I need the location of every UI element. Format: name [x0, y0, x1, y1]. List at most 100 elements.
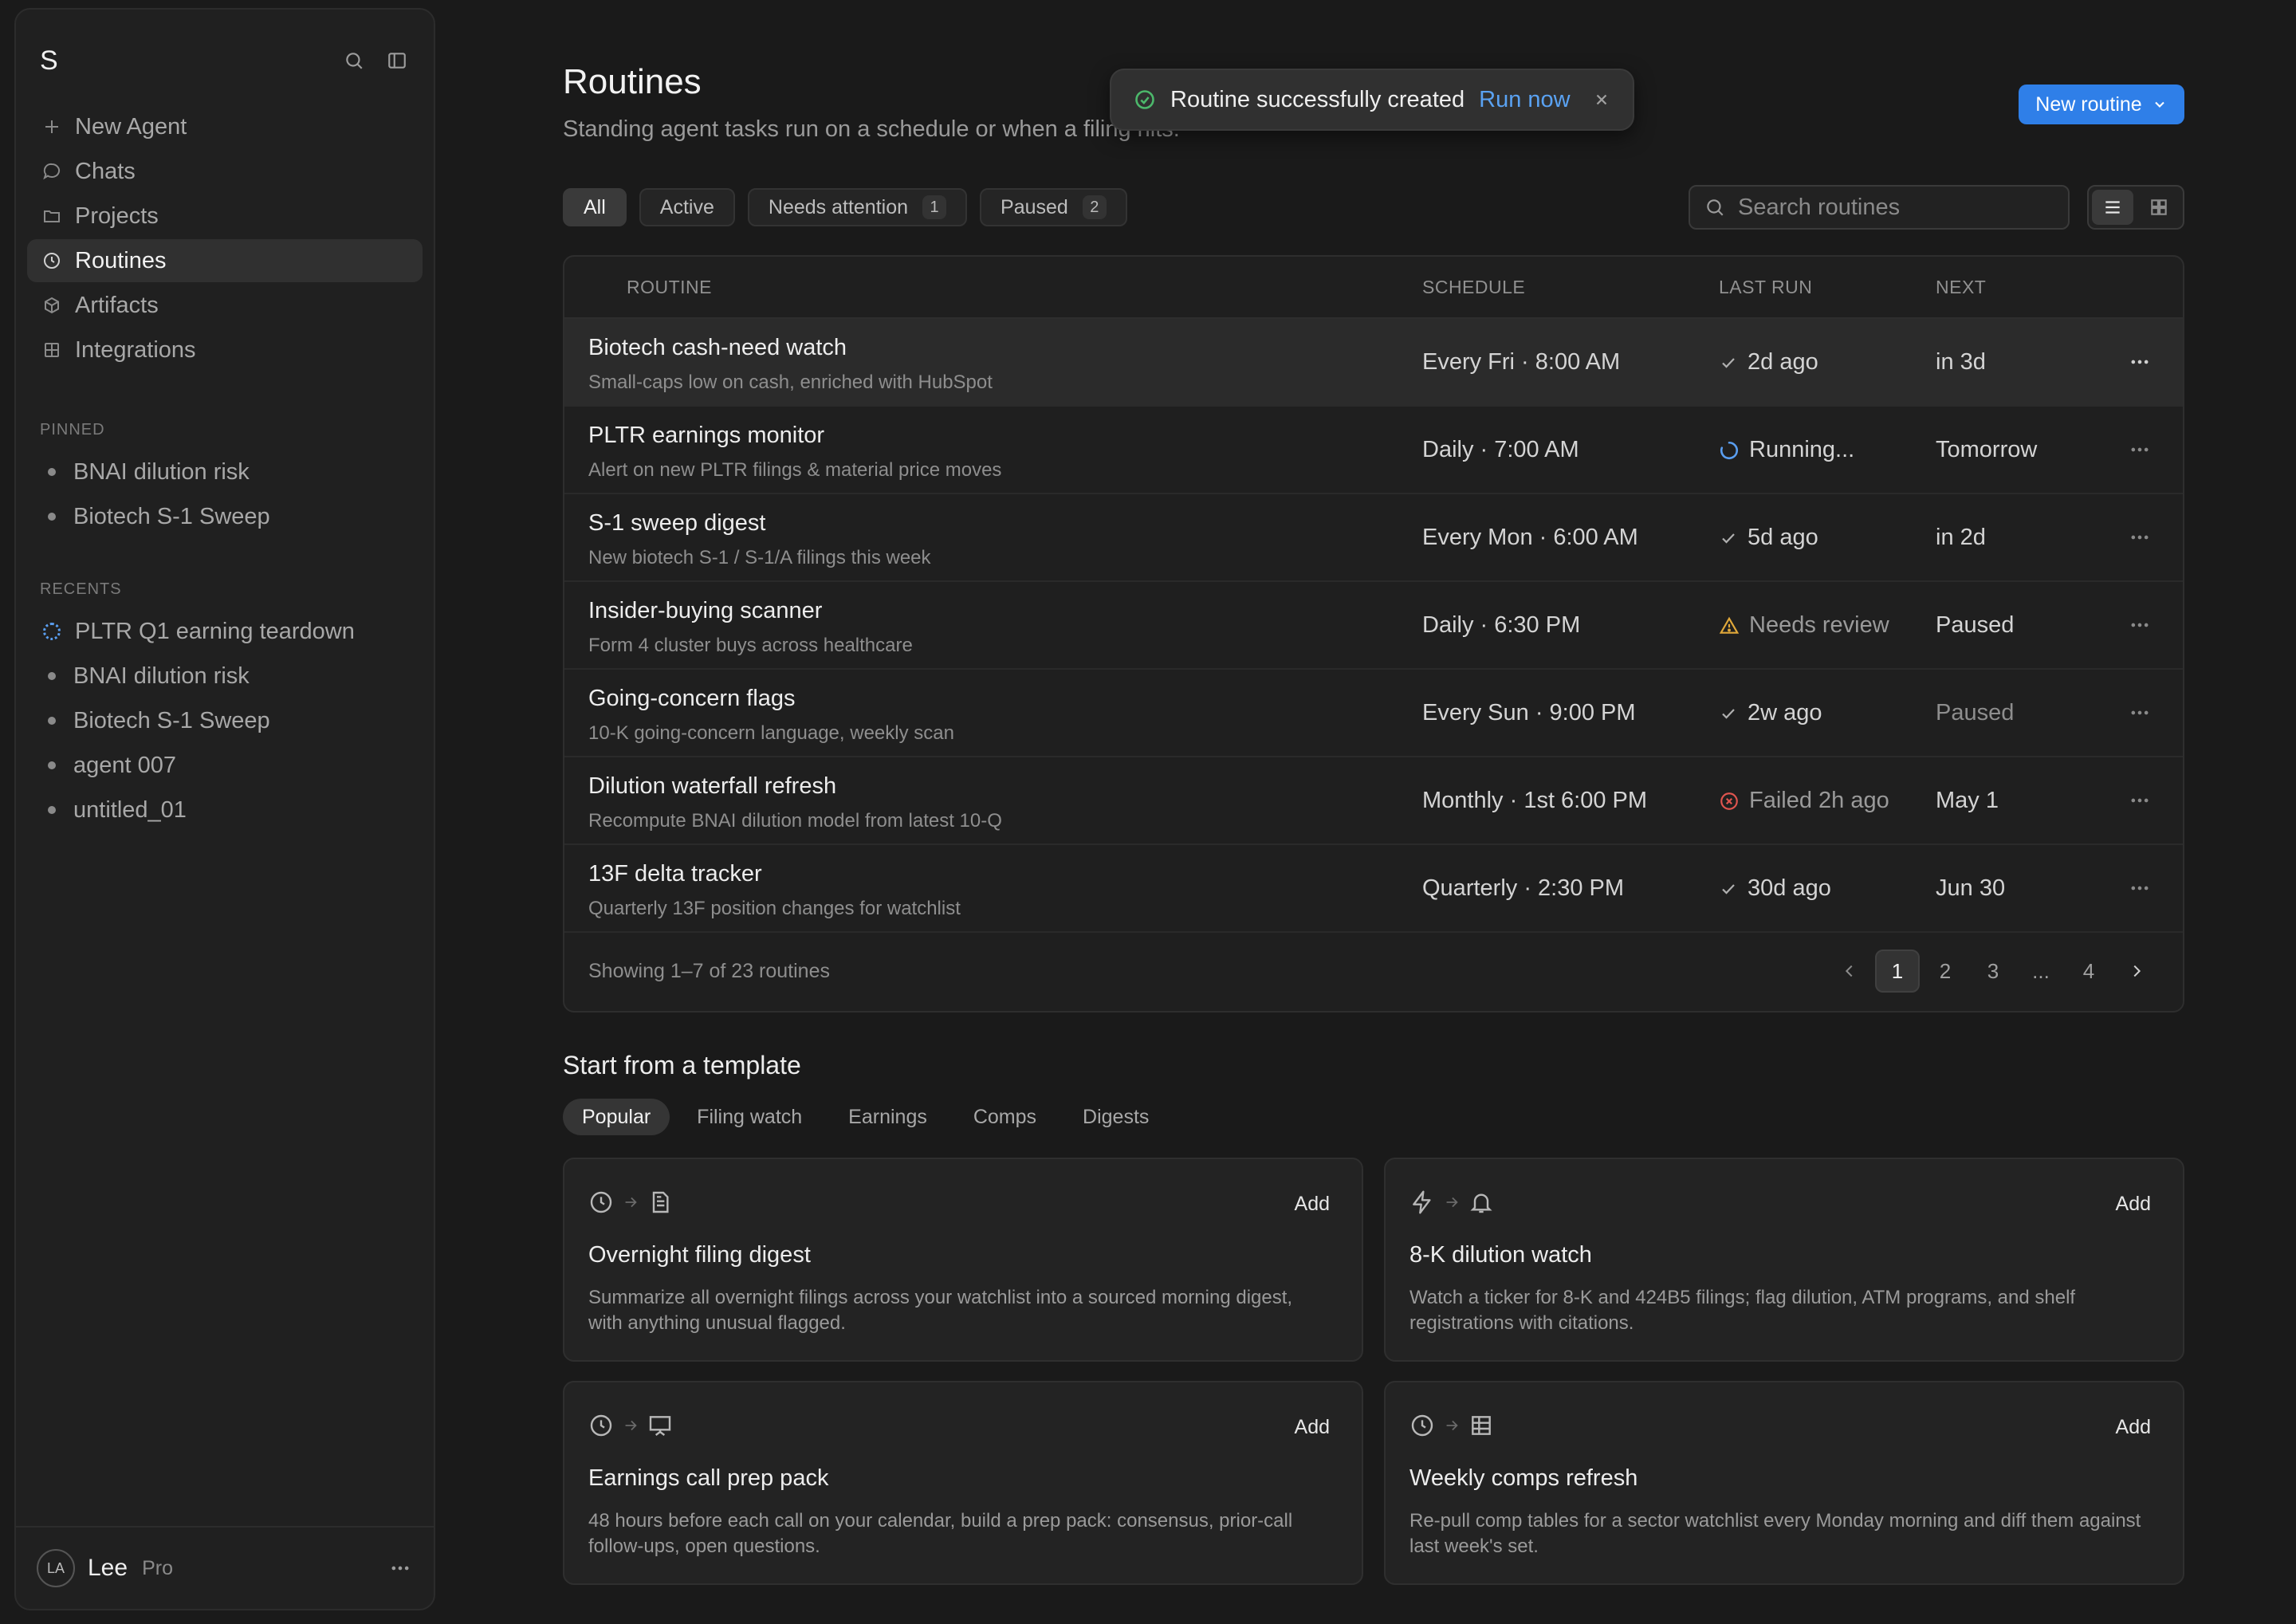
search-icon[interactable] — [341, 48, 367, 73]
list-icon — [2105, 201, 2120, 214]
page-button[interactable]: 2 — [1923, 950, 1968, 993]
table-row[interactable]: Going-concern flags 10-K going-concern l… — [564, 670, 2183, 757]
column-last-run[interactable]: LAST RUN — [1719, 277, 1812, 298]
sidebar-item-projects[interactable]: Projects — [27, 195, 423, 238]
search-icon — [1707, 199, 1724, 216]
page-button[interactable]: 4 — [2066, 950, 2111, 993]
template-card[interactable]: Add Overnight filing digest Summarize al… — [563, 1158, 1363, 1362]
cube-icon — [40, 293, 64, 317]
table-row[interactable]: Biotech cash-need watch Small-caps low o… — [564, 319, 2183, 407]
routine-description: New biotech S-1 / S-1/A filings this wee… — [588, 547, 931, 568]
bullet-icon — [48, 468, 56, 476]
filter-active[interactable]: Active — [639, 188, 735, 226]
table-row[interactable]: 13F delta tracker Quarterly 13F position… — [564, 845, 2183, 933]
sidebar-item-routines[interactable]: Routines — [27, 239, 423, 282]
template-title: Earnings call prep pack — [588, 1465, 829, 1491]
row-more-icon[interactable] — [2129, 702, 2151, 724]
grid-icon — [40, 338, 64, 362]
prev-page-button[interactable] — [1827, 950, 1872, 993]
row-more-icon[interactable] — [2129, 351, 2151, 373]
recent-item-label: Biotech S-1 Sweep — [73, 707, 270, 733]
search-box — [1689, 185, 2070, 230]
column-next[interactable]: NEXT — [1936, 277, 1986, 298]
pinned-item[interactable]: Biotech S-1 Sweep — [27, 494, 423, 539]
sidebar-nav: New Agent Chats Projects Routines Artifa… — [27, 105, 423, 373]
arrow-right-icon — [625, 1420, 637, 1431]
add-template-button[interactable]: Add — [1295, 1193, 1330, 1216]
routine-next: in 3d — [1936, 349, 1986, 375]
close-icon[interactable] — [1593, 91, 1610, 108]
row-more-icon[interactable] — [2129, 438, 2151, 461]
tab-popular[interactable]: Popular — [563, 1099, 670, 1135]
loading-icon — [43, 623, 61, 640]
routine-schedule: Every Fri · 8:00 AM — [1422, 349, 1621, 375]
sidebar-item-integrations[interactable]: Integrations — [27, 328, 423, 372]
pinned-item[interactable]: BNAI dilution risk — [27, 450, 423, 494]
add-template-button[interactable]: Add — [2116, 1416, 2151, 1439]
chevron-down-icon — [2154, 101, 2164, 108]
routine-schedule: Quarterly · 2:30 PM — [1422, 875, 1625, 901]
plus-icon — [40, 115, 64, 139]
column-schedule[interactable]: SCHEDULE — [1422, 277, 1525, 298]
showing-count: Showing 1–7 of 23 routines — [588, 959, 830, 982]
page-title: Routines — [563, 62, 702, 101]
page-button[interactable]: 3 — [1971, 950, 2015, 993]
sidebar-toggle-icon[interactable] — [384, 48, 410, 73]
list-view-button[interactable] — [2092, 190, 2133, 225]
recent-item-label: untitled_01 — [73, 796, 187, 823]
clock-icon — [590, 1191, 612, 1213]
tab-earnings[interactable]: Earnings — [829, 1099, 946, 1135]
filter-all[interactable]: All — [563, 188, 627, 226]
column-routine[interactable]: ROUTINE — [627, 277, 712, 298]
arrow-right-icon — [1446, 1197, 1458, 1208]
tab-filing-watch[interactable]: Filing watch — [678, 1099, 821, 1135]
template-card[interactable]: Add 8-K dilution watch Watch a ticker fo… — [1384, 1158, 2184, 1362]
app-logo: S — [40, 45, 58, 76]
row-more-icon[interactable] — [2129, 877, 2151, 899]
sidebar-item-new-agent[interactable]: New Agent — [27, 105, 423, 148]
tab-digests[interactable]: Digests — [1063, 1099, 1168, 1135]
routine-next: Paused — [1936, 612, 2015, 638]
routine-title: 13F delta tracker — [588, 861, 762, 887]
more-icon[interactable] — [387, 1555, 413, 1581]
recent-item[interactable]: PLTR Q1 earning teardown — [27, 609, 423, 654]
routine-last-run: 2w ago — [1719, 700, 1822, 726]
table-row[interactable]: PLTR earnings monitor Alert on new PLTR … — [564, 407, 2183, 494]
grid-view-button[interactable] — [2138, 190, 2180, 225]
search-input[interactable] — [1738, 194, 2054, 221]
run-now-link[interactable]: Run now — [1479, 87, 1570, 113]
count-badge: 1 — [922, 195, 947, 219]
table-row[interactable]: Insider-buying scanner Form 4 cluster bu… — [564, 582, 2183, 670]
filter-paused[interactable]: Paused 2 — [980, 188, 1127, 226]
table-row[interactable]: Dilution waterfall refresh Recompute BNA… — [564, 757, 2183, 845]
filter-needs-attention[interactable]: Needs attention 1 — [747, 188, 968, 226]
new-routine-button[interactable]: New routine — [2019, 85, 2184, 124]
bell-icon — [1470, 1193, 1492, 1213]
recent-item[interactable]: untitled_01 — [27, 788, 423, 832]
row-more-icon[interactable] — [2129, 614, 2151, 636]
sidebar-item-label: New Agent — [75, 113, 187, 140]
routine-description: Alert on new PLTR filings & material pri… — [588, 459, 1002, 481]
add-template-button[interactable]: Add — [1295, 1416, 1330, 1439]
recent-item[interactable]: Biotech S-1 Sweep — [27, 698, 423, 743]
recent-item[interactable]: BNAI dilution risk — [27, 654, 423, 698]
recent-item[interactable]: agent 007 — [27, 743, 423, 788]
chevron-right-icon — [2133, 965, 2141, 977]
table-row[interactable]: S-1 sweep digest New biotech S-1 / S-1/A… — [564, 494, 2183, 582]
sidebar-item-chats[interactable]: Chats — [27, 150, 423, 193]
template-card[interactable]: Add Weekly comps refresh Re-pull comp ta… — [1384, 1381, 2184, 1585]
routine-title: S-1 sweep digest — [588, 510, 766, 536]
template-card[interactable]: Add Earnings call prep pack 48 hours bef… — [563, 1381, 1363, 1585]
avatar[interactable]: LA — [37, 1549, 75, 1587]
next-page-button[interactable] — [2114, 950, 2159, 993]
count-badge: 2 — [1082, 195, 1107, 219]
page-button[interactable]: 1 — [1875, 950, 1920, 993]
sidebar-item-artifacts[interactable]: Artifacts — [27, 284, 423, 327]
tab-comps[interactable]: Comps — [954, 1099, 1056, 1135]
row-more-icon[interactable] — [2129, 789, 2151, 812]
recents-label: RECENTS — [40, 580, 122, 598]
folder-icon — [40, 204, 64, 228]
pagination: 1 2 3 ... 4 — [1827, 950, 2159, 993]
add-template-button[interactable]: Add — [2116, 1193, 2151, 1216]
row-more-icon[interactable] — [2129, 526, 2151, 549]
